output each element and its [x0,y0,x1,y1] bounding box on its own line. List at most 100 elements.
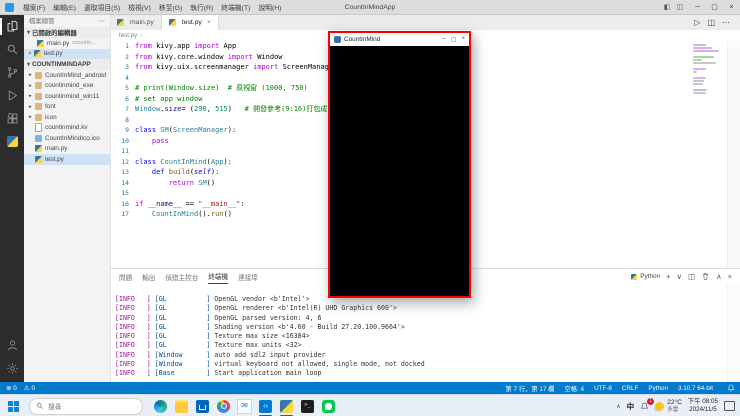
tree-item-icon[interactable]: ▸icon [24,112,110,123]
warnings-indicator[interactable]: ⚠0 [24,385,35,392]
python-interpreter[interactable]: 3.10.7 64-bit [673,385,718,392]
taskbar-app-chrome[interactable] [213,395,234,416]
taskbar-clock[interactable]: 下午 08:05 2024/11/5 [688,398,718,413]
source-control-icon[interactable] [0,61,24,84]
code-text: def build(self): [135,167,219,178]
tree-item-CountInMind_android[interactable]: ▸CountInMind_android [24,70,110,81]
line-number: 10 [110,136,135,147]
close-panel-icon[interactable]: × [728,272,732,281]
tree-item-countinmind.kv[interactable]: countinmind.kv [24,123,110,134]
app-maximize-button[interactable]: ▢ [451,36,457,43]
extensions-icon[interactable] [0,107,24,130]
menu-item-5[interactable]: 移至(G) [155,2,186,12]
chrome-icon [217,400,230,413]
maximize-button[interactable]: ▢ [706,0,723,14]
app-window-countinmind[interactable]: CountInMind ─ ▢ × [328,31,471,298]
kill-terminal-icon[interactable] [701,272,710,281]
tree-item-countinmind_exe[interactable]: ▸countinmind_exe [24,81,110,92]
taskbar-app-vscode[interactable] [255,395,276,416]
terminal-scrollbar[interactable] [727,284,740,382]
language-mode[interactable]: Python [643,385,673,392]
project-root-header[interactable]: ▾ COUNTINMINDAPP [24,59,110,70]
tree-item-font[interactable]: ▸font [24,102,110,113]
launch-profile-dropdown-icon[interactable]: ∨ [677,272,683,281]
panel-tab-問題[interactable]: 問題 [119,269,132,284]
python-env-icon[interactable] [0,130,24,153]
account-icon[interactable] [0,334,24,357]
tree-item-main.py[interactable]: main.py [24,144,110,155]
settings-icon[interactable] [0,357,24,380]
errors-indicator[interactable]: ⊗0 [6,385,17,392]
terminal-output[interactable]: [INFO ] [GL ] OpenGL vendor <b'Intel'>[I… [115,284,726,380]
menu-item-1[interactable]: 檔案(F) [19,2,49,12]
taskbar-app-terminal[interactable] [297,395,318,416]
split-editor-icon[interactable]: ◫ [707,18,715,27]
toggle-sidebar-icon[interactable]: ◧ [664,3,671,11]
open-editor-test.py[interactable]: ×test.py [24,49,110,60]
panel-tab-終端機[interactable]: 終端機 [208,269,228,284]
minimap[interactable] [693,44,727,95]
close-icon[interactable]: × [207,19,211,26]
tree-item-countinmind_win11[interactable]: ▸countinmind_win11 [24,91,110,102]
weather-widget[interactable]: 22°C 多雲 [655,399,682,413]
taskbar-app-python[interactable] [276,395,297,416]
split-terminal-icon[interactable]: ◫ [688,272,695,281]
more-actions-icon[interactable]: ⋯ [722,18,730,27]
hidden-icons-chevron[interactable]: ∧ [616,403,620,410]
tab-test.py[interactable]: test.py× [162,14,219,30]
minimap-line [693,47,712,49]
indentation[interactable]: 空格: 4 [559,384,589,393]
menu-item-6[interactable]: 執行(R) [186,2,217,12]
tree-item-CountInMindIco.ico[interactable]: CountInMindIco.ico [24,133,110,144]
menu-item-8[interactable]: 說明(H) [254,2,285,12]
app-window-canvas[interactable] [330,46,469,296]
explorer-icon[interactable] [0,15,24,38]
app-window-titlebar[interactable]: CountInMind ─ ▢ × [330,33,469,47]
terminal-profile[interactable]: Python [631,273,660,280]
more-actions-icon[interactable]: ⋯ [99,17,105,25]
app-close-button[interactable]: × [461,36,465,43]
notifications-bell-icon[interactable] [722,384,740,392]
menu-item-2[interactable]: 編輯(E) [49,2,80,12]
start-button[interactable] [0,395,26,416]
file-file-icon [35,123,42,132]
menu-item-4[interactable]: 檢視(V) [124,2,155,12]
taskbar-search[interactable]: 搜尋 [29,398,143,415]
eol-indicator[interactable]: CRLF [617,385,643,392]
maximize-panel-icon[interactable]: ∧ [716,272,722,281]
search-icon[interactable] [0,38,24,61]
close-icon[interactable]: × [28,50,32,57]
taskbar-app-edge[interactable] [150,395,171,416]
vscode-titlebar: 檔案(F)編輯(E)選取項目(S)檢視(V)移至(G)執行(R)終端機(T)說明… [0,0,740,15]
cursor-position[interactable]: 第 7 行，第 17 欄 [500,384,559,393]
log-message: Shading version <b'4.60 - Build 27.20.10… [214,323,405,331]
taskbar-app-mail[interactable] [234,395,255,416]
panel-tab-偵錯主控台[interactable]: 偵錯主控台 [165,269,198,284]
line-number: 16 [110,199,135,210]
log-message: Texture max units <32> [214,341,301,349]
ime-indicator[interactable]: 中 [627,401,635,412]
action-center-icon[interactable] [724,401,735,411]
tab-main.py[interactable]: main.py× [110,14,162,30]
minimize-button[interactable]: ─ [689,0,706,14]
editor-scrollbar[interactable] [727,41,740,268]
tree-item-test.py[interactable]: test.py [24,154,110,165]
open-editor-main.py[interactable]: main.pycountin... [24,38,110,49]
tray-app-icon[interactable]: 1 [640,402,649,411]
menu-item-3[interactable]: 選取項目(S) [80,2,124,12]
python-terminal-icon [631,274,637,280]
run-debug-icon[interactable] [0,84,24,107]
app-minimize-button[interactable]: ─ [442,36,446,43]
toggle-panel-icon[interactable]: ◫ [676,3,683,11]
panel-tab-連接埠[interactable]: 連接埠 [238,269,258,284]
new-terminal-button[interactable]: + [666,272,670,281]
taskbar-app-file-explorer[interactable] [171,395,192,416]
run-python-file-button[interactable]: ▷ [694,18,700,27]
open-editors-header[interactable]: ▾ 已開啟的編輯器 [24,27,110,38]
encoding[interactable]: UTF-8 [589,385,617,392]
menu-item-7[interactable]: 終端機(T) [217,2,254,12]
taskbar-app-store[interactable] [192,395,213,416]
close-button[interactable]: × [723,0,740,14]
taskbar-app-line[interactable] [318,395,339,416]
panel-tab-輸出[interactable]: 輸出 [142,269,155,284]
